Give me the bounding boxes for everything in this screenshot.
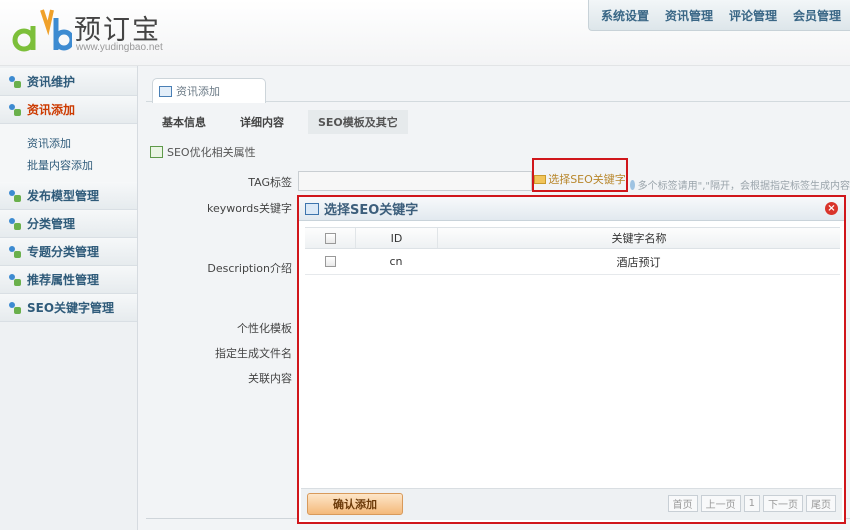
nav-news-management[interactable]: 资讯管理	[665, 7, 713, 24]
tag-hint-text: 多个标签请用","隔开，会根据指定标签生成内容	[637, 181, 850, 192]
sidebar-subitem-batch-add[interactable]: 批量内容添加	[0, 154, 137, 176]
template-label: 个性化模板	[237, 322, 292, 335]
sidebar-item-label: 资讯添加	[27, 103, 76, 117]
header: 预订宝 www.yudingbao.net 系统设置 资讯管理 评论管理 会员管…	[0, 0, 850, 66]
sidebar-item-publish-model[interactable]: 发布模型管理	[0, 182, 137, 210]
sidebar-item-label: 资讯维护	[27, 75, 76, 89]
dialog-footer: 确认添加 首页 上一页 1 下一页 尾页	[301, 488, 842, 520]
subtabs: 基本信息 详细内容 SEO模板及其它	[152, 110, 422, 134]
subtab-detail-content[interactable]: 详细内容	[230, 110, 294, 134]
sidebar: 资讯维护 资讯添加 资讯添加 批量内容添加 发布模型管理 分类管理 专题分类管理…	[0, 66, 138, 530]
tab-label: 资讯添加	[176, 85, 220, 98]
sidebar-item-topic-category[interactable]: 专题分类管理	[0, 238, 137, 266]
logo-mark-icon	[12, 9, 72, 52]
users-icon	[8, 245, 22, 259]
section-title-label: SEO优化相关属性	[167, 146, 256, 159]
table-row[interactable]: cn 酒店预订	[305, 249, 840, 275]
tag-input[interactable]	[298, 171, 532, 191]
select-seo-keyword-button[interactable]: 选择SEO关键字	[532, 158, 628, 192]
tab-news-add[interactable]: 资讯添加	[152, 78, 266, 103]
row-keyword-name: 酒店预订	[616, 255, 661, 269]
logo[interactable]: 预订宝 www.yudingbao.net	[12, 4, 192, 62]
window-icon	[305, 202, 319, 215]
pager-first[interactable]: 首页	[667, 495, 698, 512]
pager-next[interactable]: 下一页	[763, 495, 803, 512]
table-header: ID 关键字名称	[305, 227, 840, 249]
top-nav: 系统设置 资讯管理 评论管理 会员管理	[588, 0, 850, 31]
subtab-seo-template[interactable]: SEO模板及其它	[308, 110, 408, 134]
sidebar-item-news-maintain[interactable]: 资讯维护	[0, 68, 137, 96]
select-seo-keyword-label: 选择SEO关键字	[548, 173, 626, 186]
tag-hint: 多个标签请用","隔开，会根据指定标签生成内容	[630, 177, 850, 192]
sidebar-item-seo-keywords[interactable]: SEO关键字管理	[0, 294, 137, 322]
dialog-title: 选择SEO关键字	[324, 203, 419, 218]
sidebar-item-label: SEO关键字管理	[27, 301, 115, 315]
sidebar-item-recommend-attr[interactable]: 推荐属性管理	[0, 266, 137, 294]
confirm-add-button[interactable]: 确认添加	[307, 493, 403, 515]
nav-system-settings[interactable]: 系统设置	[601, 7, 649, 24]
filename-label: 指定生成文件名	[215, 347, 292, 360]
users-icon	[8, 75, 22, 89]
sidebar-item-category[interactable]: 分类管理	[0, 210, 137, 238]
column-header-keyword-name: 关键字名称	[437, 228, 840, 248]
row-checkbox-cell	[305, 249, 355, 274]
keywords-label: keywords关键字	[206, 202, 292, 215]
tag-label: TAG标签	[248, 176, 292, 189]
header-checkbox-cell	[305, 228, 355, 248]
pager-prev[interactable]: 上一页	[700, 495, 741, 512]
window-icon	[159, 85, 172, 97]
logo-url: www.yudingbao.net	[76, 42, 163, 53]
tab-strip: 资讯添加	[146, 74, 850, 103]
sidebar-subitem-news-add[interactable]: 资讯添加	[0, 132, 137, 154]
nav-member-management[interactable]: 会员管理	[793, 7, 841, 24]
column-header-id: ID	[355, 228, 437, 248]
sidebar-item-news-add[interactable]: 资讯添加	[0, 96, 137, 124]
sidebar-item-label: 分类管理	[27, 217, 76, 231]
users-icon	[8, 217, 22, 231]
seo-keyword-dialog: 选择SEO关键字 × ID 关键字名称 cn 酒店预订 确认添加 首页 上一页 …	[297, 195, 846, 524]
subtab-basic-info[interactable]: 基本信息	[152, 110, 216, 134]
row-id: cn	[389, 255, 403, 268]
folder-icon	[534, 174, 547, 184]
select-all-checkbox[interactable]	[324, 232, 336, 244]
description-label: Description介绍	[207, 262, 292, 275]
users-icon	[8, 103, 22, 117]
pager-page-number[interactable]: 1	[743, 495, 760, 512]
related-label: 关联内容	[248, 372, 292, 385]
dialog-header: 选择SEO关键字 ×	[299, 197, 844, 221]
info-icon	[630, 179, 635, 190]
nav-comment-management[interactable]: 评论管理	[729, 7, 777, 24]
pager: 首页 上一页 1 下一页 尾页	[665, 495, 836, 512]
sidebar-item-label: 发布模型管理	[27, 189, 100, 203]
pager-last[interactable]: 尾页	[806, 495, 836, 512]
sidebar-item-label: 推荐属性管理	[27, 273, 100, 287]
sidebar-item-label: 专题分类管理	[27, 245, 100, 259]
users-icon	[8, 301, 22, 315]
users-icon	[8, 189, 22, 203]
row-checkbox[interactable]	[324, 256, 336, 267]
close-icon[interactable]: ×	[825, 202, 838, 215]
section-title: SEO优化相关属性	[150, 144, 256, 160]
keyword-table: ID 关键字名称 cn 酒店预订	[305, 227, 840, 275]
form-icon	[150, 146, 163, 158]
users-icon	[8, 273, 22, 287]
